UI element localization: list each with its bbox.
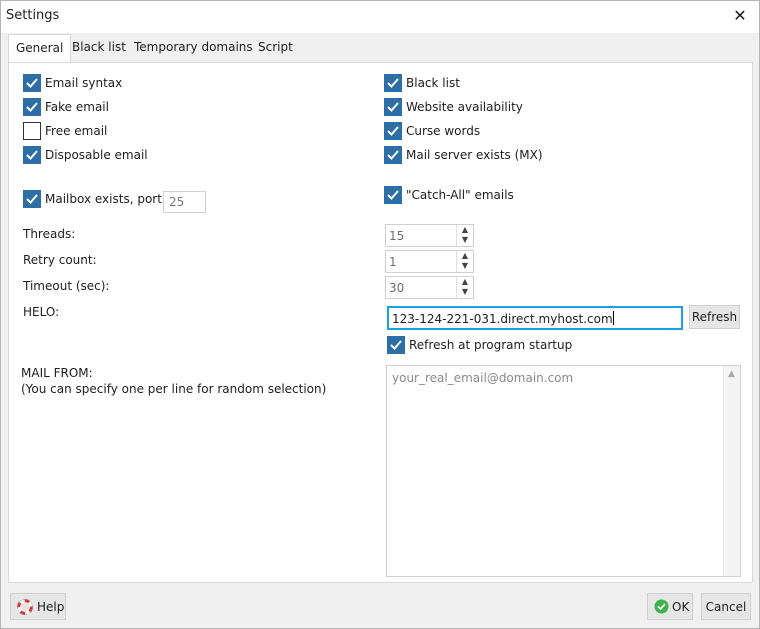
mail-from-hint: (You can specify one per line for random…: [21, 382, 327, 396]
cancel-label: Cancel: [705, 599, 747, 614]
checkbox-checked-icon: [384, 74, 402, 92]
tab-script[interactable]: Script: [251, 34, 300, 62]
helo-input[interactable]: 123-124-221-031.direct.myhost.com: [387, 306, 683, 330]
curse-words-label: Curse words: [406, 124, 481, 138]
ok-label: OK: [672, 599, 690, 614]
chevron-up-icon[interactable]: ▲: [457, 277, 473, 287]
tab-temporary-domains[interactable]: Temporary domains: [127, 34, 260, 62]
vertical-scrollbar[interactable]: ▲: [723, 366, 740, 576]
threads-value: 15: [389, 229, 405, 243]
black-list-checkbox[interactable]: Black list: [384, 73, 460, 93]
website-availability-label: Website availability: [406, 100, 523, 114]
retry-count-spinner[interactable]: 1 ▲ ▼: [385, 250, 474, 273]
website-availability-checkbox[interactable]: Website availability: [384, 97, 523, 117]
catch-all-label: "Catch-All" emails: [406, 188, 514, 202]
mail-server-exists-checkbox[interactable]: Mail server exists (MX): [384, 145, 543, 165]
chevron-up-icon[interactable]: ▲: [457, 251, 473, 261]
checkbox-checked-icon: [384, 186, 402, 204]
retry-count-value: 1: [389, 255, 397, 269]
timeout-label: Timeout (sec):: [23, 279, 110, 293]
mail-server-exists-label: Mail server exists (MX): [406, 148, 543, 162]
checkbox-checked-icon: [384, 146, 402, 164]
email-syntax-label: Email syntax: [45, 76, 123, 90]
cancel-button[interactable]: Cancel: [701, 593, 751, 620]
threads-label: Threads:: [23, 227, 76, 241]
tab-bar: General Black list Temporary domains Scr…: [8, 34, 753, 62]
timeout-spinner[interactable]: 30 ▲ ▼: [385, 276, 474, 299]
disposable-email-checkbox[interactable]: Disposable email: [23, 145, 148, 165]
fake-email-label: Fake email: [45, 100, 109, 114]
chevron-down-icon[interactable]: ▼: [457, 261, 473, 271]
chevron-up-icon[interactable]: ▲: [728, 369, 735, 379]
check-circle-icon: [654, 599, 669, 614]
port-input[interactable]: 25: [163, 191, 206, 213]
chevron-down-icon[interactable]: ▼: [457, 287, 473, 297]
helo-label: HELO:: [23, 305, 60, 319]
help-label: Help: [37, 599, 65, 614]
free-email-checkbox[interactable]: Free email: [23, 121, 107, 141]
retry-count-label: Retry count:: [23, 253, 97, 267]
free-email-label: Free email: [45, 124, 108, 138]
checkbox-checked-icon: [384, 122, 402, 140]
checkbox-checked-icon: [23, 146, 41, 164]
close-icon[interactable]: ✕: [729, 5, 751, 27]
refresh-button[interactable]: Refresh: [689, 305, 740, 329]
timeout-value: 30: [389, 281, 405, 295]
disposable-email-label: Disposable email: [45, 148, 148, 162]
catch-all-checkbox[interactable]: "Catch-All" emails: [384, 185, 514, 205]
text-caret: [612, 311, 614, 325]
title-bar: Settings ✕: [1, 1, 759, 33]
mailbox-exists-label: Mailbox exists, port:: [45, 192, 166, 206]
refresh-startup-checkbox[interactable]: Refresh at program startup: [387, 335, 572, 355]
chevron-up-icon[interactable]: ▲: [457, 225, 473, 235]
ok-button[interactable]: OK: [647, 593, 693, 620]
tab-general[interactable]: General: [8, 34, 72, 62]
mail-from-textarea[interactable]: your_real_email@domain.com ▲: [386, 365, 741, 577]
window-title: Settings: [6, 8, 60, 23]
fake-email-checkbox[interactable]: Fake email: [23, 97, 109, 117]
mail-from-label: MAIL FROM:: [21, 366, 93, 380]
checkbox-checked-icon: [384, 98, 402, 116]
spinner-arrows[interactable]: ▲ ▼: [456, 277, 473, 298]
settings-window: Settings ✕ General Black list Temporary …: [0, 0, 760, 629]
chevron-down-icon[interactable]: ▼: [457, 235, 473, 245]
spinner-arrows[interactable]: ▲ ▼: [456, 225, 473, 246]
checkbox-checked-icon: [23, 74, 41, 92]
email-syntax-checkbox[interactable]: Email syntax: [23, 73, 122, 93]
curse-words-checkbox[interactable]: Curse words: [384, 121, 480, 141]
mailbox-exists-checkbox[interactable]: Mailbox exists, port:: [23, 189, 166, 209]
help-button[interactable]: Help: [10, 593, 66, 620]
tab-black-list[interactable]: Black list: [65, 34, 133, 62]
checkbox-checked-icon: [23, 98, 41, 116]
spinner-arrows[interactable]: ▲ ▼: [456, 251, 473, 272]
general-panel: Email syntax Fake email Free email Dispo…: [8, 62, 753, 583]
refresh-startup-label: Refresh at program startup: [409, 338, 573, 352]
checkbox-checked-icon: [23, 190, 41, 208]
mail-from-placeholder: your_real_email@domain.com: [392, 371, 574, 385]
helo-value: 123-124-221-031.direct.myhost.com: [392, 312, 613, 326]
checkbox-checked-icon: [387, 336, 405, 354]
threads-spinner[interactable]: 15 ▲ ▼: [385, 224, 474, 247]
lifebuoy-icon: [17, 598, 33, 615]
checkbox-unchecked-icon: [23, 122, 41, 140]
black-list-label: Black list: [406, 76, 460, 90]
